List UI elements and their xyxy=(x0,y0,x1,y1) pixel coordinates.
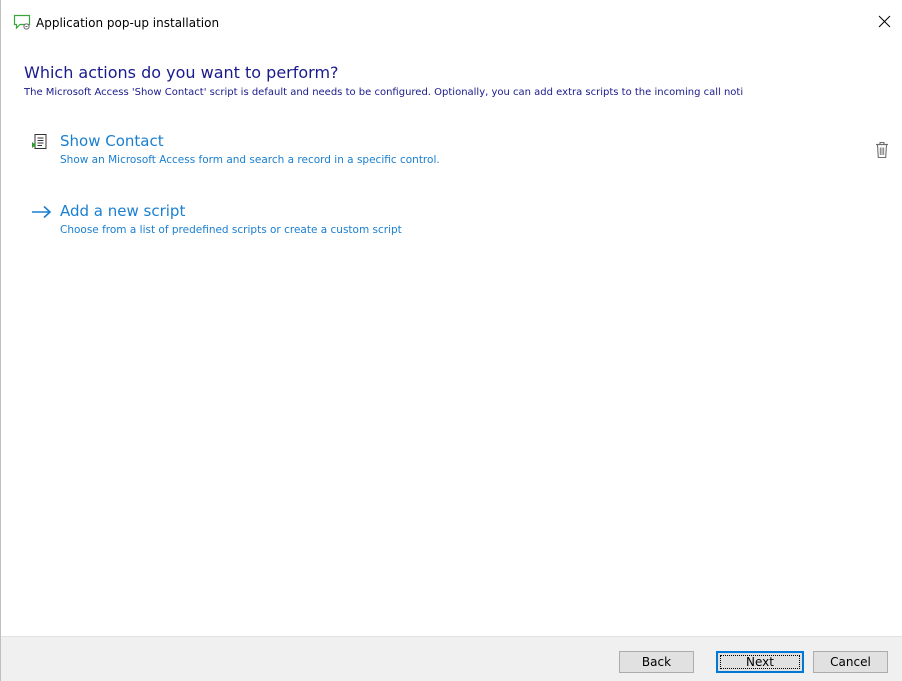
add-new-script-link[interactable]: Add a new script Choose from a list of p… xyxy=(31,201,891,245)
button-bar: Back Next Cancel xyxy=(1,636,902,681)
dialog-window: Application pop-up installation Which ac… xyxy=(0,0,902,681)
script-title[interactable]: Show Contact xyxy=(60,131,164,151)
arrow-right-icon xyxy=(31,203,52,221)
trash-icon xyxy=(876,141,888,159)
page-heading: Which actions do you want to perform? xyxy=(24,63,339,82)
title-bar: Application pop-up installation xyxy=(1,0,902,38)
next-button[interactable]: Next xyxy=(716,651,804,673)
next-button-label: Next xyxy=(746,655,774,669)
delete-script-button[interactable] xyxy=(873,140,891,160)
close-icon xyxy=(878,15,891,28)
add-script-title[interactable]: Add a new script xyxy=(60,201,185,221)
script-description: Show an Microsoft Access form and search… xyxy=(60,154,440,166)
window-title: Application pop-up installation xyxy=(36,16,220,30)
add-script-description: Choose from a list of predefined scripts… xyxy=(60,224,402,236)
chat-bubble-icon xyxy=(13,14,31,30)
page-subheading: The Microsoft Access 'Show Contact' scri… xyxy=(24,87,744,98)
script-item-show-contact[interactable]: Show Contact Show an Microsoft Access fo… xyxy=(31,131,891,175)
form-document-icon xyxy=(31,133,49,151)
close-button[interactable] xyxy=(873,10,897,34)
back-button[interactable]: Back xyxy=(619,651,694,673)
cancel-button[interactable]: Cancel xyxy=(813,651,888,673)
